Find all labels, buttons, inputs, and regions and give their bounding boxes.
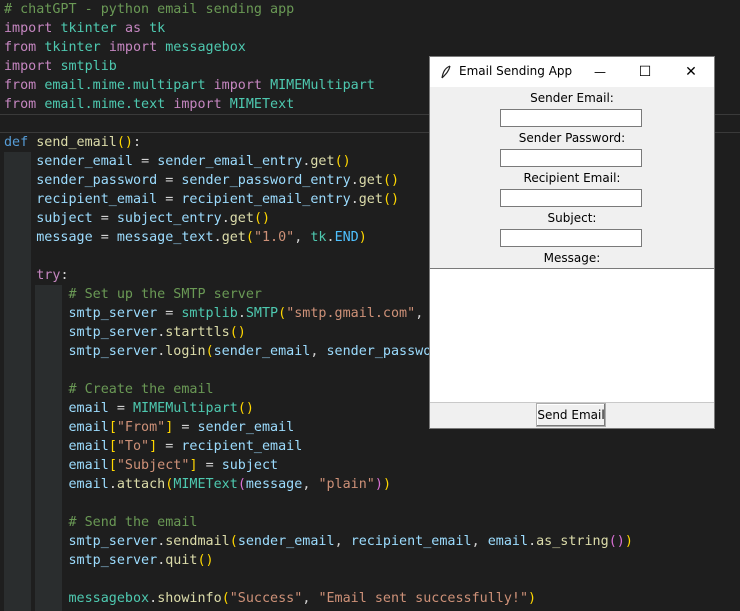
message-label: Message: — [543, 251, 601, 265]
send-email-button[interactable]: Send Email — [536, 403, 606, 427]
code-line: # chatGPT - python email sending app — [4, 2, 295, 17]
feather-icon — [441, 65, 451, 79]
code-line: from email.mime.text import MIMEText — [4, 97, 295, 112]
recipient-email-field[interactable] — [500, 189, 642, 207]
close-button[interactable]: ✕ — [668, 57, 714, 87]
maximize-icon: ☐ — [638, 64, 652, 80]
code-line: messagebox.showinfo("Success", "Email se… — [68, 591, 537, 606]
recipient-email-label: Recipient Email: — [523, 171, 621, 185]
code-line: import smtplib — [4, 59, 117, 74]
code-line: sender_email = sender_email_entry.get() — [36, 154, 351, 169]
code-line: def send_email(): — [4, 135, 142, 150]
subject-label: Subject: — [547, 211, 597, 225]
code-line: from tkinter import messagebox — [4, 40, 246, 55]
window-title: Email Sending App — [459, 64, 573, 78]
minimize-button[interactable]: — — [577, 57, 623, 87]
message-textarea[interactable] — [430, 268, 714, 403]
code-line: import tkinter as tk — [4, 21, 166, 36]
minimize-icon: — — [594, 65, 606, 79]
window-titlebar[interactable]: Email Sending App — ☐ ✕ — [430, 57, 714, 87]
sender-password-field[interactable] — [500, 149, 642, 167]
sender-email-field[interactable] — [500, 109, 642, 127]
code-line: smtp_server.starttls() — [68, 325, 246, 340]
code-line: email = MIMEMultipart() — [68, 401, 254, 416]
code-line: recipient_email = recipient_email_entry.… — [36, 192, 400, 207]
maximize-button[interactable]: ☐ — [622, 57, 668, 87]
sender-password-label: Sender Password: — [518, 131, 626, 145]
code-line: email.attach(MIMEText(message, "plain")) — [68, 477, 392, 492]
code-line: subject = subject_entry.get() — [36, 211, 271, 226]
code-line: smtp_server.sendmail(sender_email, recip… — [68, 534, 633, 549]
code-line: email["From"] = sender_email — [68, 420, 295, 435]
code-line: # Create the email — [68, 382, 214, 397]
code-line: smtp_server.login(sender_email, sender_p… — [68, 344, 456, 359]
code-line: smtp_server.quit() — [68, 553, 214, 568]
code-line: try: — [36, 268, 69, 283]
sender-email-label: Sender Email: — [530, 91, 614, 105]
email-app-window[interactable]: Email Sending App — ☐ ✕ Sender Email: Se… — [429, 56, 715, 429]
code-line: email["Subject"] = subject — [68, 458, 279, 473]
code-line: email["To"] = recipient_email — [68, 439, 303, 454]
code-line: message = message_text.get("1.0", tk.END… — [36, 230, 367, 245]
code-line: sender_password = sender_password_entry.… — [36, 173, 400, 188]
code-line: from email.mime.multipart import MIMEMul… — [4, 78, 375, 93]
close-icon: ✕ — [685, 64, 697, 80]
code-line: # Set up the SMTP server — [68, 287, 262, 302]
code-line: smtp_server = smtplib.SMTP("smtp.gmail.c… — [68, 306, 464, 321]
code-line: # Send the email — [68, 515, 198, 530]
subject-field[interactable] — [500, 229, 642, 247]
